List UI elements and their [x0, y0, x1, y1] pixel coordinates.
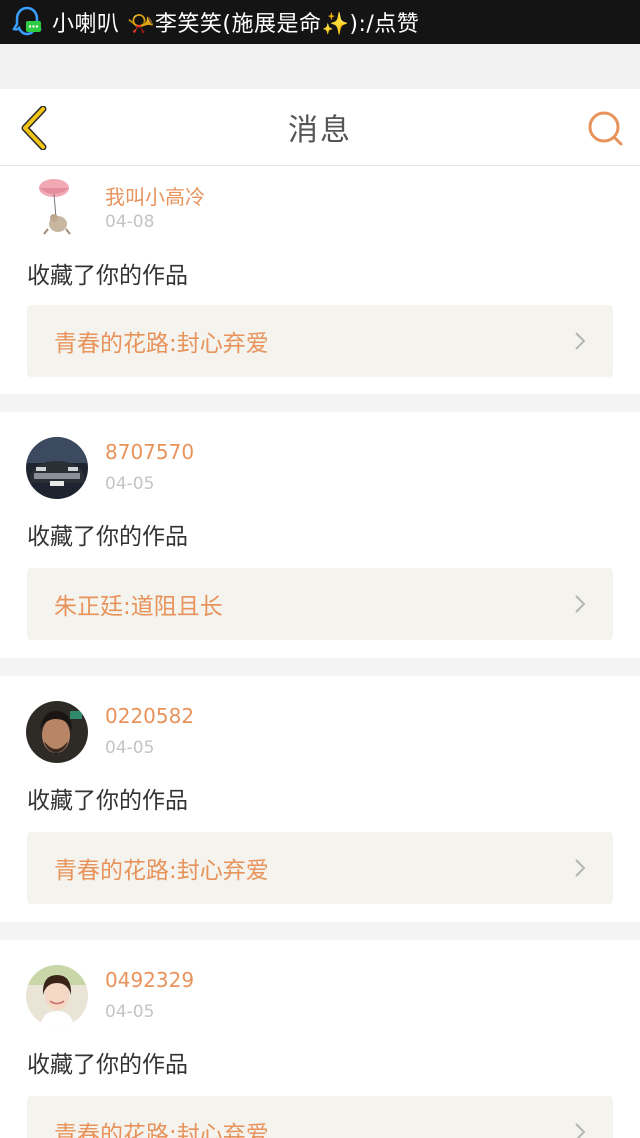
search-button[interactable]: [586, 109, 626, 149]
avatar-image: [28, 174, 88, 236]
username[interactable]: 8707570: [105, 440, 194, 464]
avatar-image: [26, 437, 88, 499]
username[interactable]: 0492329: [105, 968, 194, 992]
avatar-image: [26, 965, 88, 1027]
date-label: 04-05: [105, 1002, 155, 1022]
chevron-right-icon: [575, 859, 586, 877]
notification-list[interactable]: 我叫小高冷 04-08 收藏了你的作品 青春的花路:封心弃爱 8707570 0…: [0, 166, 640, 1138]
work-title: 青春的花路:封心弃爱: [54, 1122, 269, 1138]
work-title: 青春的花路:封心弃爱: [54, 858, 269, 884]
avatar[interactable]: [26, 437, 88, 499]
qq-icon: [12, 6, 42, 36]
notification-item: 0220582 04-05 收藏了你的作品 青春的花路:封心弃爱: [0, 676, 640, 922]
chevron-right-icon: [575, 1123, 586, 1138]
page-title: 消息: [288, 113, 352, 148]
work-link[interactable]: 青春的花路:封心弃爱: [27, 832, 613, 904]
username[interactable]: 0220582: [105, 704, 194, 728]
avatar[interactable]: [26, 701, 88, 763]
action-text: 收藏了你的作品: [27, 1052, 188, 1078]
work-link[interactable]: 青春的花路:封心弃爱: [27, 305, 613, 377]
notification-item: 0492329 04-05 收藏了你的作品 青春的花路:封心弃爱: [0, 940, 640, 1138]
notification-text[interactable]: 小喇叭 📯李笑笑(施展是命✨):/点赞: [52, 6, 419, 38]
avatar[interactable]: [28, 174, 88, 236]
date-label: 04-05: [105, 474, 155, 494]
top-spacer: [0, 44, 640, 89]
date-label: 04-08: [105, 212, 155, 232]
chevron-right-icon: [575, 332, 586, 350]
notification-item: 8707570 04-05 收藏了你的作品 朱正廷:道阻且长: [0, 412, 640, 658]
status-bar: 小喇叭 📯李笑笑(施展是命✨):/点赞: [0, 0, 640, 44]
chevron-right-icon: [575, 595, 586, 613]
work-title: 朱正廷:道阻且长: [54, 594, 223, 620]
search-icon: [588, 111, 623, 146]
avatar-image: [26, 701, 88, 763]
work-link[interactable]: 朱正廷:道阻且长: [27, 568, 613, 640]
work-link[interactable]: 青春的花路:封心弃爱: [27, 1096, 613, 1138]
action-text: 收藏了你的作品: [27, 788, 188, 814]
avatar[interactable]: [26, 965, 88, 1027]
notification-item: 我叫小高冷 04-08 收藏了你的作品 青春的花路:封心弃爱: [0, 166, 640, 394]
action-text: 收藏了你的作品: [27, 524, 188, 550]
date-label: 04-05: [105, 738, 155, 758]
action-text: 收藏了你的作品: [27, 263, 188, 289]
username[interactable]: 我叫小高冷: [105, 181, 205, 210]
header: 消息: [0, 89, 640, 166]
work-title: 青春的花路:封心弃爱: [54, 331, 269, 357]
